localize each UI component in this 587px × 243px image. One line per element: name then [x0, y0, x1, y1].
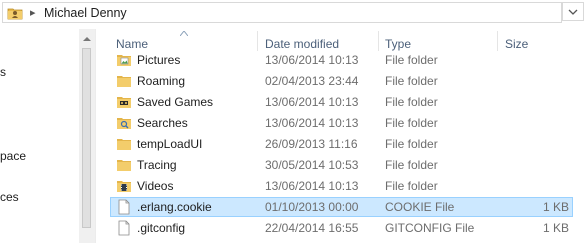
file-type: GITCONFIG File [385, 221, 475, 235]
searches-folder-icon [117, 118, 131, 129]
file-date: 26/09/2013 11:16 [265, 137, 358, 151]
column-name[interactable]: Name [116, 37, 148, 51]
chevron-down-icon [568, 9, 578, 15]
videos-folder-icon [117, 181, 131, 192]
address-bar: ▸ Michael Denny [0, 0, 587, 27]
address-dropdown-button[interactable] [562, 2, 584, 21]
file-name: Searches [137, 116, 188, 130]
file-type: File folder [385, 53, 438, 67]
file-date: 13/06/2014 10:13 [265, 53, 359, 67]
file-type: File folder [385, 179, 438, 193]
file-date: 01/10/2013 00:00 [265, 200, 359, 214]
file-date: 22/04/2014 16:55 [265, 221, 359, 235]
navigation-pane: s pace ces [0, 29, 96, 243]
column-divider[interactable] [257, 31, 258, 51]
file-date: 02/04/2013 23:44 [265, 74, 359, 88]
file-type: File folder [385, 158, 438, 172]
file-name: Videos [137, 179, 174, 193]
file-type: File folder [385, 137, 438, 151]
file-size: 1 KB [542, 200, 569, 214]
scrollbar-thumb[interactable] [82, 48, 91, 228]
folder-icon [117, 139, 131, 150]
column-divider[interactable] [378, 31, 379, 51]
navigation-scrollbar[interactable] [79, 29, 95, 243]
file-icon [118, 220, 130, 236]
file-type: File folder [385, 116, 438, 130]
file-date: 30/05/2014 10:53 [265, 158, 359, 172]
breadcrumb-separator[interactable]: ▸ [30, 5, 36, 21]
file-type: File folder [385, 74, 438, 88]
file-row[interactable]: tempLoadUI 26/09/2013 11:16 File folder [110, 134, 573, 154]
file-name: Tracing [137, 158, 177, 172]
file-row[interactable]: Roaming 02/04/2013 23:44 File folder [110, 71, 573, 91]
file-list: Pictures 13/06/2014 10:13 File folder Ro… [96, 50, 587, 243]
nav-item[interactable]: pace [0, 149, 26, 163]
file-date: 13/06/2014 10:13 [265, 179, 359, 193]
address-box[interactable]: ▸ Michael Denny [2, 2, 562, 23]
user-folder-icon [7, 8, 23, 20]
column-date-modified[interactable]: Date modified [265, 37, 339, 51]
file-icon [118, 199, 130, 215]
file-name: Roaming [137, 74, 186, 88]
file-size: 1 KB [542, 221, 569, 235]
file-row[interactable]: Pictures 13/06/2014 10:13 File folder [110, 50, 573, 70]
breadcrumb-current[interactable]: Michael Denny [44, 5, 127, 21]
nav-item[interactable]: ces [0, 190, 19, 204]
file-type: File folder [385, 95, 438, 109]
sort-ascending-icon [180, 31, 188, 36]
column-divider[interactable] [497, 31, 498, 51]
saved-games-folder-icon [117, 97, 131, 108]
file-name: .gitconfig [137, 221, 186, 235]
file-row[interactable]: Tracing 30/05/2014 10:53 File folder [110, 155, 573, 175]
file-row-selected[interactable]: .erlang.cookie 01/10/2013 00:00 COOKIE F… [110, 197, 573, 217]
scroll-up-icon[interactable] [83, 36, 91, 42]
file-row[interactable]: Searches 13/06/2014 10:13 File folder [110, 113, 573, 133]
file-type: COOKIE File [385, 200, 455, 214]
column-size[interactable]: Size [505, 37, 528, 51]
file-date: 13/06/2014 10:13 [265, 116, 359, 130]
nav-item[interactable]: s [0, 65, 6, 79]
file-row[interactable]: .gitconfig 22/04/2014 16:55 GITCONFIG Fi… [110, 218, 573, 238]
file-row[interactable]: Videos 13/06/2014 10:13 File folder [110, 176, 573, 196]
column-type[interactable]: Type [385, 37, 411, 51]
file-name: Pictures [137, 53, 181, 67]
folder-icon [117, 76, 131, 87]
pictures-folder-icon [117, 55, 131, 66]
file-name: Saved Games [137, 95, 214, 109]
file-name: tempLoadUI [137, 137, 203, 151]
file-date: 13/06/2014 10:13 [265, 95, 359, 109]
file-name: .erlang.cookie [137, 200, 212, 214]
file-row[interactable]: Saved Games 13/06/2014 10:13 File folder [110, 92, 573, 112]
folder-icon [117, 160, 131, 171]
